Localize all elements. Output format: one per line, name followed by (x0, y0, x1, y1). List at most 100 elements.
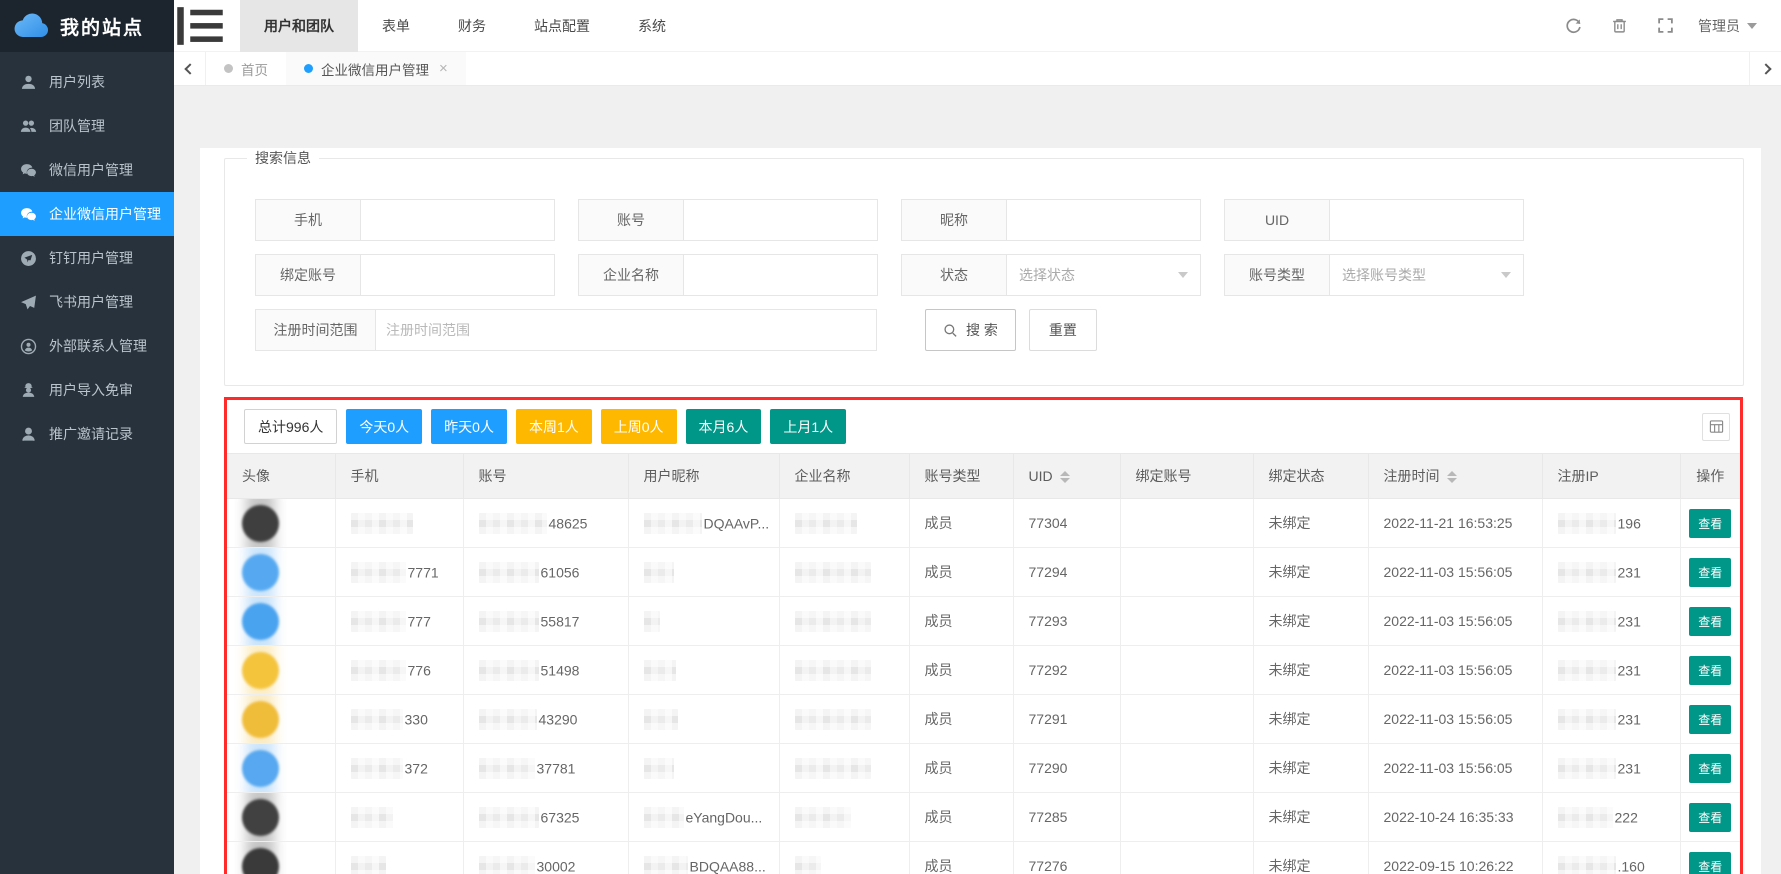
col-header-1: 手机 (335, 454, 463, 499)
page-tab-label: 首页 (241, 59, 268, 79)
redacted-blur (644, 856, 688, 874)
fullscreen-button[interactable] (1646, 0, 1684, 52)
top-nav-item-2[interactable]: 财务 (434, 0, 510, 52)
search-field-1-0-input[interactable] (361, 254, 555, 296)
tabs-scroll-left[interactable] (174, 52, 206, 85)
cell-uid: 77291 (1013, 695, 1120, 744)
stat-button-5[interactable]: 本月6人 (686, 409, 762, 444)
view-button[interactable]: 查看 (1689, 607, 1731, 636)
cell-nickname: DQAAvP... (628, 499, 779, 548)
cell-account: 61056 (463, 548, 628, 597)
stat-button-6[interactable]: 上月1人 (770, 409, 846, 444)
table-row-1: 7771 61056 成员 77294 未绑定 2022-11-03 15:56… (227, 548, 1740, 597)
caret-down-icon (1178, 272, 1188, 278)
cell-bind-status: 未绑定 (1253, 499, 1368, 548)
date-range-label: 注册时间范围 (255, 309, 376, 351)
search-field-0-0-input[interactable] (361, 199, 555, 241)
sidebar-item-8[interactable]: 推广邀请记录 (0, 412, 174, 456)
search-field-0-3-input[interactable] (1330, 199, 1524, 241)
page-tab-0[interactable]: 首页 (206, 52, 286, 85)
top-nav-item-3[interactable]: 站点配置 (510, 0, 614, 52)
table-row-6: 67325 eYangDou... 成员 77285 未绑定 2022-10-2… (227, 793, 1740, 842)
cell-bind-status: 未绑定 (1253, 744, 1368, 793)
search-field-0-2-input[interactable] (1007, 199, 1201, 241)
col-header-4: 企业名称 (779, 454, 909, 499)
top-nav-item-1[interactable]: 表单 (358, 0, 434, 52)
tabs-scroll-right[interactable] (1749, 52, 1781, 85)
col-header-3: 用户昵称 (628, 454, 779, 499)
sidebar-item-7[interactable]: 用户导入免审 (0, 368, 174, 412)
column-settings-button[interactable] (1702, 413, 1730, 441)
col-header-9[interactable]: 注册时间 (1368, 454, 1542, 499)
tab-close-icon[interactable]: × (439, 60, 448, 77)
sidebar-item-1[interactable]: 团队管理 (0, 104, 174, 148)
view-button[interactable]: 查看 (1689, 705, 1731, 734)
stat-button-2[interactable]: 昨天0人 (431, 409, 507, 444)
view-button[interactable]: 查看 (1689, 803, 1731, 832)
sidebar-item-label: 用户列表 (49, 72, 105, 92)
top-nav-item-0[interactable]: 用户和团队 (240, 0, 358, 52)
cell-uid: 77304 (1013, 499, 1120, 548)
view-button[interactable]: 查看 (1689, 509, 1731, 538)
stat-button-3[interactable]: 本周1人 (516, 409, 592, 444)
sidebar-item-5[interactable]: 飞书用户管理 (0, 280, 174, 324)
refresh-button[interactable] (1554, 0, 1592, 52)
redacted-blur (1558, 709, 1616, 730)
redacted-blur (1558, 611, 1616, 632)
page-tab-1[interactable]: 企业微信用户管理 × (286, 52, 466, 85)
redacted-blur (644, 807, 684, 828)
search-field-1-1-input[interactable] (684, 254, 878, 296)
stat-button-4[interactable]: 上周0人 (601, 409, 677, 444)
cell-account: 67325 (463, 793, 628, 842)
search-button[interactable]: 搜 索 (925, 309, 1016, 351)
search-field-0-0: 手机 (255, 199, 555, 241)
sidebar-item-2[interactable]: 微信用户管理 (0, 148, 174, 192)
cell-bind-status: 未绑定 (1253, 597, 1368, 646)
sidebar-item-6[interactable]: 外部联系人管理 (0, 324, 174, 368)
col-header-6[interactable]: UID (1013, 454, 1120, 499)
redacted-blur (644, 660, 676, 681)
cell-uid: 77290 (1013, 744, 1120, 793)
cell-uid: 77293 (1013, 597, 1120, 646)
view-button[interactable]: 查看 (1689, 852, 1731, 874)
view-button[interactable]: 查看 (1689, 656, 1731, 685)
cell-bind-account (1120, 744, 1253, 793)
stat-button-1[interactable]: 今天0人 (346, 409, 422, 444)
redacted-blur (795, 758, 871, 779)
sidebar-toggle-button[interactable] (174, 0, 226, 52)
redacted-blur (1558, 513, 1616, 534)
app-logo: 我的站点 (0, 0, 174, 52)
cell-bind-account (1120, 499, 1253, 548)
view-button[interactable]: 查看 (1689, 558, 1731, 587)
reset-button[interactable]: 重置 (1029, 309, 1097, 351)
redacted-blur (1558, 758, 1616, 779)
cell-bind-account (1120, 793, 1253, 842)
admin-dropdown[interactable]: 管理员 (1692, 16, 1763, 36)
redacted-blur (644, 611, 660, 632)
table-row-5: 372 37781 成员 77290 未绑定 2022-11-03 15:56:… (227, 744, 1740, 793)
feishu-icon (20, 294, 37, 311)
view-button[interactable]: 查看 (1689, 754, 1731, 783)
sort-icon[interactable] (1060, 471, 1070, 483)
sidebar-item-label: 微信用户管理 (49, 160, 133, 180)
top-nav-item-4[interactable]: 系统 (614, 0, 690, 52)
stat-button-0[interactable]: 总计996人 (244, 409, 337, 444)
sidebar-item-0[interactable]: 用户列表 (0, 60, 174, 104)
search-field-1-2-select[interactable]: 选择状态 (1007, 254, 1201, 296)
redacted-blur (644, 758, 674, 779)
clear-cache-button[interactable] (1600, 0, 1638, 52)
cell-company (779, 548, 909, 597)
sidebar-item-label: 团队管理 (49, 116, 105, 136)
search-field-1-1-label: 企业名称 (578, 254, 684, 296)
cell-type: 成员 (909, 597, 1013, 646)
cell-bind-status: 未绑定 (1253, 793, 1368, 842)
sort-icon[interactable] (1447, 471, 1457, 483)
col-header-10: 注册IP (1542, 454, 1680, 499)
cell-company (779, 646, 909, 695)
search-field-0-1-input[interactable] (684, 199, 878, 241)
search-field-1-3-select[interactable]: 选择账号类型 (1330, 254, 1524, 296)
sidebar-item-3[interactable]: 企业微信用户管理 (0, 192, 174, 236)
avatar (242, 750, 279, 787)
sidebar-item-4[interactable]: 钉钉用户管理 (0, 236, 174, 280)
date-range-input[interactable] (376, 309, 877, 351)
